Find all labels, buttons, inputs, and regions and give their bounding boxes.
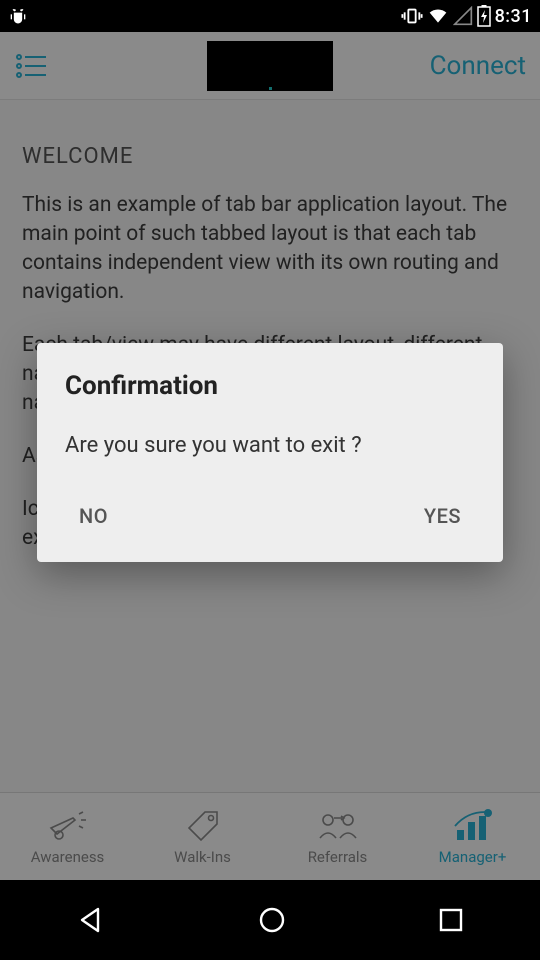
recents-button[interactable] bbox=[438, 907, 464, 933]
status-bar: 8:31 bbox=[0, 0, 540, 32]
cell-signal-icon bbox=[453, 6, 473, 26]
wifi-icon bbox=[427, 6, 449, 26]
android-nav-bar bbox=[0, 880, 540, 960]
yes-button[interactable]: YES bbox=[414, 498, 471, 534]
square-recents-icon bbox=[438, 907, 464, 933]
circle-home-icon bbox=[257, 905, 287, 935]
triangle-back-icon bbox=[76, 905, 106, 935]
back-button[interactable] bbox=[76, 905, 106, 935]
android-debug-icon bbox=[8, 6, 28, 26]
confirmation-dialog: Confirmation Are you sure you want to ex… bbox=[37, 343, 503, 562]
vibrate-icon bbox=[401, 5, 423, 27]
dialog-actions: NO YES bbox=[65, 488, 475, 550]
battery-charging-icon bbox=[477, 5, 491, 27]
status-time: 8:31 bbox=[495, 6, 532, 27]
dialog-message: Are you sure you want to exit ? bbox=[65, 433, 475, 458]
home-button[interactable] bbox=[257, 905, 287, 935]
dialog-title: Confirmation bbox=[65, 371, 475, 401]
no-button[interactable]: NO bbox=[69, 498, 118, 534]
